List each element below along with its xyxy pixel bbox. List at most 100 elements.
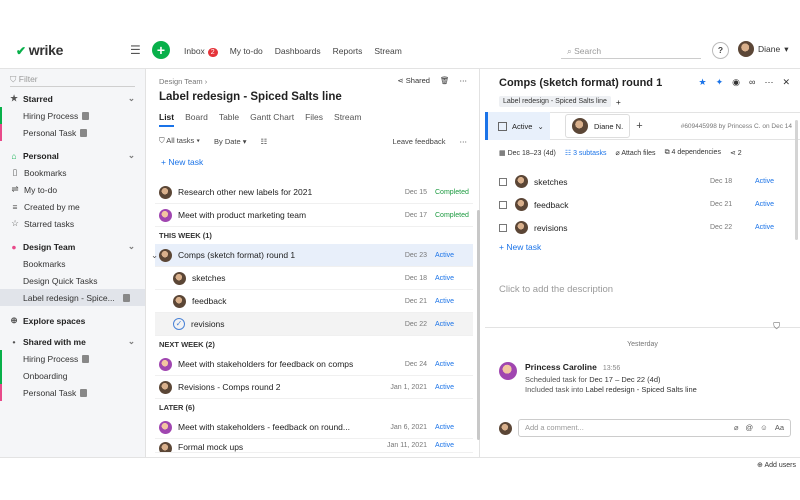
detail-scrollbar[interactable] [795, 120, 798, 240]
table-row[interactable]: Research other new labels for 2021 Dec 15… [155, 181, 473, 204]
rss-icon[interactable]: ◉ [732, 77, 740, 88]
more-icon[interactable]: ⋯ [460, 76, 468, 85]
add-folder-icon[interactable]: + [616, 97, 621, 107]
list-item[interactable]: feedback Dec 21 Active [499, 193, 791, 216]
dependencies-button[interactable]: ⧉ 4 dependencies [665, 149, 721, 157]
menu-icon[interactable]: ☰ [130, 44, 141, 56]
table-row[interactable]: Formal mock ups Jan 11, 2021 Active [155, 439, 473, 453]
checkbox[interactable] [499, 200, 507, 209]
sidebar-item-hiring-process[interactable]: Hiring Process [0, 107, 145, 124]
activity-author[interactable]: Princess Caroline [525, 362, 597, 372]
tab-table[interactable]: Table [219, 112, 239, 127]
filter-input[interactable]: ⛉ Filter [10, 72, 135, 87]
tab-board[interactable]: Board [185, 112, 208, 127]
shared-button[interactable]: ⋖ Shared [397, 76, 430, 85]
parent-folder-chip[interactable]: Label redesign - Spiced Salts line [499, 96, 611, 107]
list-item[interactable]: sketches Dec 18 Active [499, 170, 791, 193]
sidebar-explore-spaces[interactable]: ⊕ Explore spaces [0, 312, 145, 329]
trash-icon[interactable]: 🗑 [440, 76, 450, 85]
nav-inbox[interactable]: Inbox 2 [184, 46, 218, 57]
subtask-name: sketches [534, 176, 568, 187]
task-list-panel: Design Team › Label redesign - Spiced Sa… [147, 69, 480, 457]
sidebar-item-personal-task[interactable]: Personal Task [0, 124, 145, 141]
tab-list[interactable]: List [159, 112, 175, 127]
funnel-icon[interactable]: ⛉ [773, 321, 780, 332]
sidebar-item-created-by-me[interactable]: ≡ Created by me [0, 198, 145, 215]
user-menu[interactable]: Diane ▾ [738, 41, 789, 57]
sidebar-section-shared[interactable]: • Shared with me ⌄ [0, 333, 145, 350]
table-row[interactable]: Meet with stakeholders - feedback on rou… [155, 416, 473, 439]
nav-reports[interactable]: Reports [333, 46, 363, 57]
share-count-button[interactable]: ⋖ 2 [730, 149, 742, 157]
breadcrumb[interactable]: Design Team › [159, 77, 207, 86]
format-text-button[interactable]: Aa [775, 420, 784, 436]
add-users-button[interactable]: ⊕ Add users [757, 461, 796, 469]
activity-value[interactable]: Label redesign - Spiced Salts line [585, 385, 696, 394]
checkbox[interactable] [499, 223, 507, 232]
sidebar-item-label-redesign[interactable]: Label redesign - Spice... [0, 289, 145, 306]
star-icon[interactable]: ★ [699, 77, 707, 88]
link-icon[interactable]: ∞ [749, 77, 755, 88]
more-icon[interactable]: ⋯ [460, 137, 468, 146]
table-row[interactable]: Revisions - Comps round 2 Jan 1, 2021 Acti… [155, 376, 473, 399]
close-icon[interactable]: ✕ [782, 77, 790, 88]
sidebar-item-shared-hiring[interactable]: Hiring Process [0, 350, 145, 367]
table-row[interactable]: Meet with product marketing team Dec 17 Co… [155, 204, 473, 227]
chevron-down-icon[interactable]: ⌄ [151, 250, 158, 261]
mention-icon[interactable]: @ [746, 420, 754, 436]
share-icon: ⋖ [729, 150, 738, 157]
sidebar-section-starred[interactable]: ★ Starred ⌄ [0, 90, 145, 107]
paperclip-icon[interactable]: ⌀ [734, 420, 739, 436]
sidebar-item-my-to-do[interactable]: ⇌ My to-do [0, 181, 145, 198]
create-new-button[interactable]: + [152, 41, 170, 59]
sidebar-item-dt-bookmarks[interactable]: Bookmarks [0, 255, 145, 272]
table-row[interactable]: Meet with stakeholders for feedback on c… [155, 353, 473, 376]
table-row[interactable]: ✓ revisions Dec 22 Active [155, 313, 473, 336]
wrike-logo[interactable]: ✔ wrike [16, 42, 63, 58]
tab-files[interactable]: Files [305, 112, 323, 127]
new-task-button[interactable]: + New task [161, 157, 203, 167]
dates-field[interactable]: ▦ Dec 18–23 (4d) [499, 149, 556, 157]
task-title[interactable]: Comps (sketch format) round 1 [499, 77, 662, 89]
nav-dashboards[interactable]: Dashboards [275, 46, 321, 57]
more-icon[interactable]: ⋯ [764, 77, 773, 88]
comment-input[interactable]: Add a comment... ⌀ @ ☺ Aa [518, 419, 791, 437]
check-circle-icon[interactable]: ✓ [173, 318, 185, 330]
sidebar-section-design-team[interactable]: ● Design Team ⌄ [0, 238, 145, 255]
table-row[interactable]: sketches Dec 18 Active [155, 267, 473, 290]
top-nav: Inbox 2 My to-do Dashboards Reports Strea… [184, 46, 402, 57]
new-subtask-button[interactable]: + New task [499, 242, 541, 252]
help-button[interactable]: ? [712, 42, 729, 59]
checkbox[interactable] [498, 121, 507, 131]
add-assignee-icon[interactable]: + [636, 120, 642, 132]
tab-gantt-chart[interactable]: Gantt Chart [250, 112, 294, 127]
task-name: Meet with product marketing team [178, 210, 307, 220]
nav-my-to-do[interactable]: My to-do [230, 46, 263, 57]
status-dropdown[interactable]: Active ⌄ [485, 112, 550, 140]
sidebar-item-design-quick-tasks[interactable]: Design Quick Tasks [0, 272, 145, 289]
table-row[interactable]: feedback Dec 21 Active [155, 290, 473, 313]
sidebar-item-onboarding[interactable]: Onboarding [0, 367, 145, 384]
search-input[interactable]: ⌕ Search [561, 43, 701, 59]
attach-files-button[interactable]: ⌀ Attach files [616, 149, 656, 157]
list-options-icon[interactable]: ☷ [261, 137, 268, 146]
description-field[interactable]: Click to add the description [499, 284, 613, 295]
sidebar-item-bookmarks[interactable]: ▯ Bookmarks [0, 164, 145, 181]
all-tasks-filter[interactable]: ⛉ All tasks ▾ [159, 136, 200, 146]
table-row[interactable]: ⌄ Comps (sketch format) round 1 Dec 23 Acti… [151, 244, 473, 267]
pin-icon[interactable]: ✦ [716, 77, 724, 88]
checkbox[interactable] [499, 177, 507, 186]
emoji-icon[interactable]: ☺ [760, 420, 768, 436]
sidebar-item-shared-personal[interactable]: Personal Task [0, 384, 145, 401]
avatar [738, 41, 754, 57]
task-list-scrollbar[interactable] [477, 210, 480, 440]
subtasks-link[interactable]: ☷ 3 subtasks [565, 149, 607, 157]
sidebar-section-personal[interactable]: ⌂ Personal ⌄ [0, 147, 145, 164]
leave-feedback-link[interactable]: Leave feedback [393, 137, 446, 146]
assignee-chip[interactable]: Diane N. [565, 114, 631, 138]
list-item[interactable]: revisions Dec 22 Active [499, 216, 791, 239]
nav-stream[interactable]: Stream [374, 46, 401, 57]
by-date-sort[interactable]: By Date ▾ [214, 137, 247, 146]
tab-stream[interactable]: Stream [334, 112, 361, 127]
sidebar-item-starred-tasks[interactable]: ☆ Starred tasks [0, 215, 145, 232]
